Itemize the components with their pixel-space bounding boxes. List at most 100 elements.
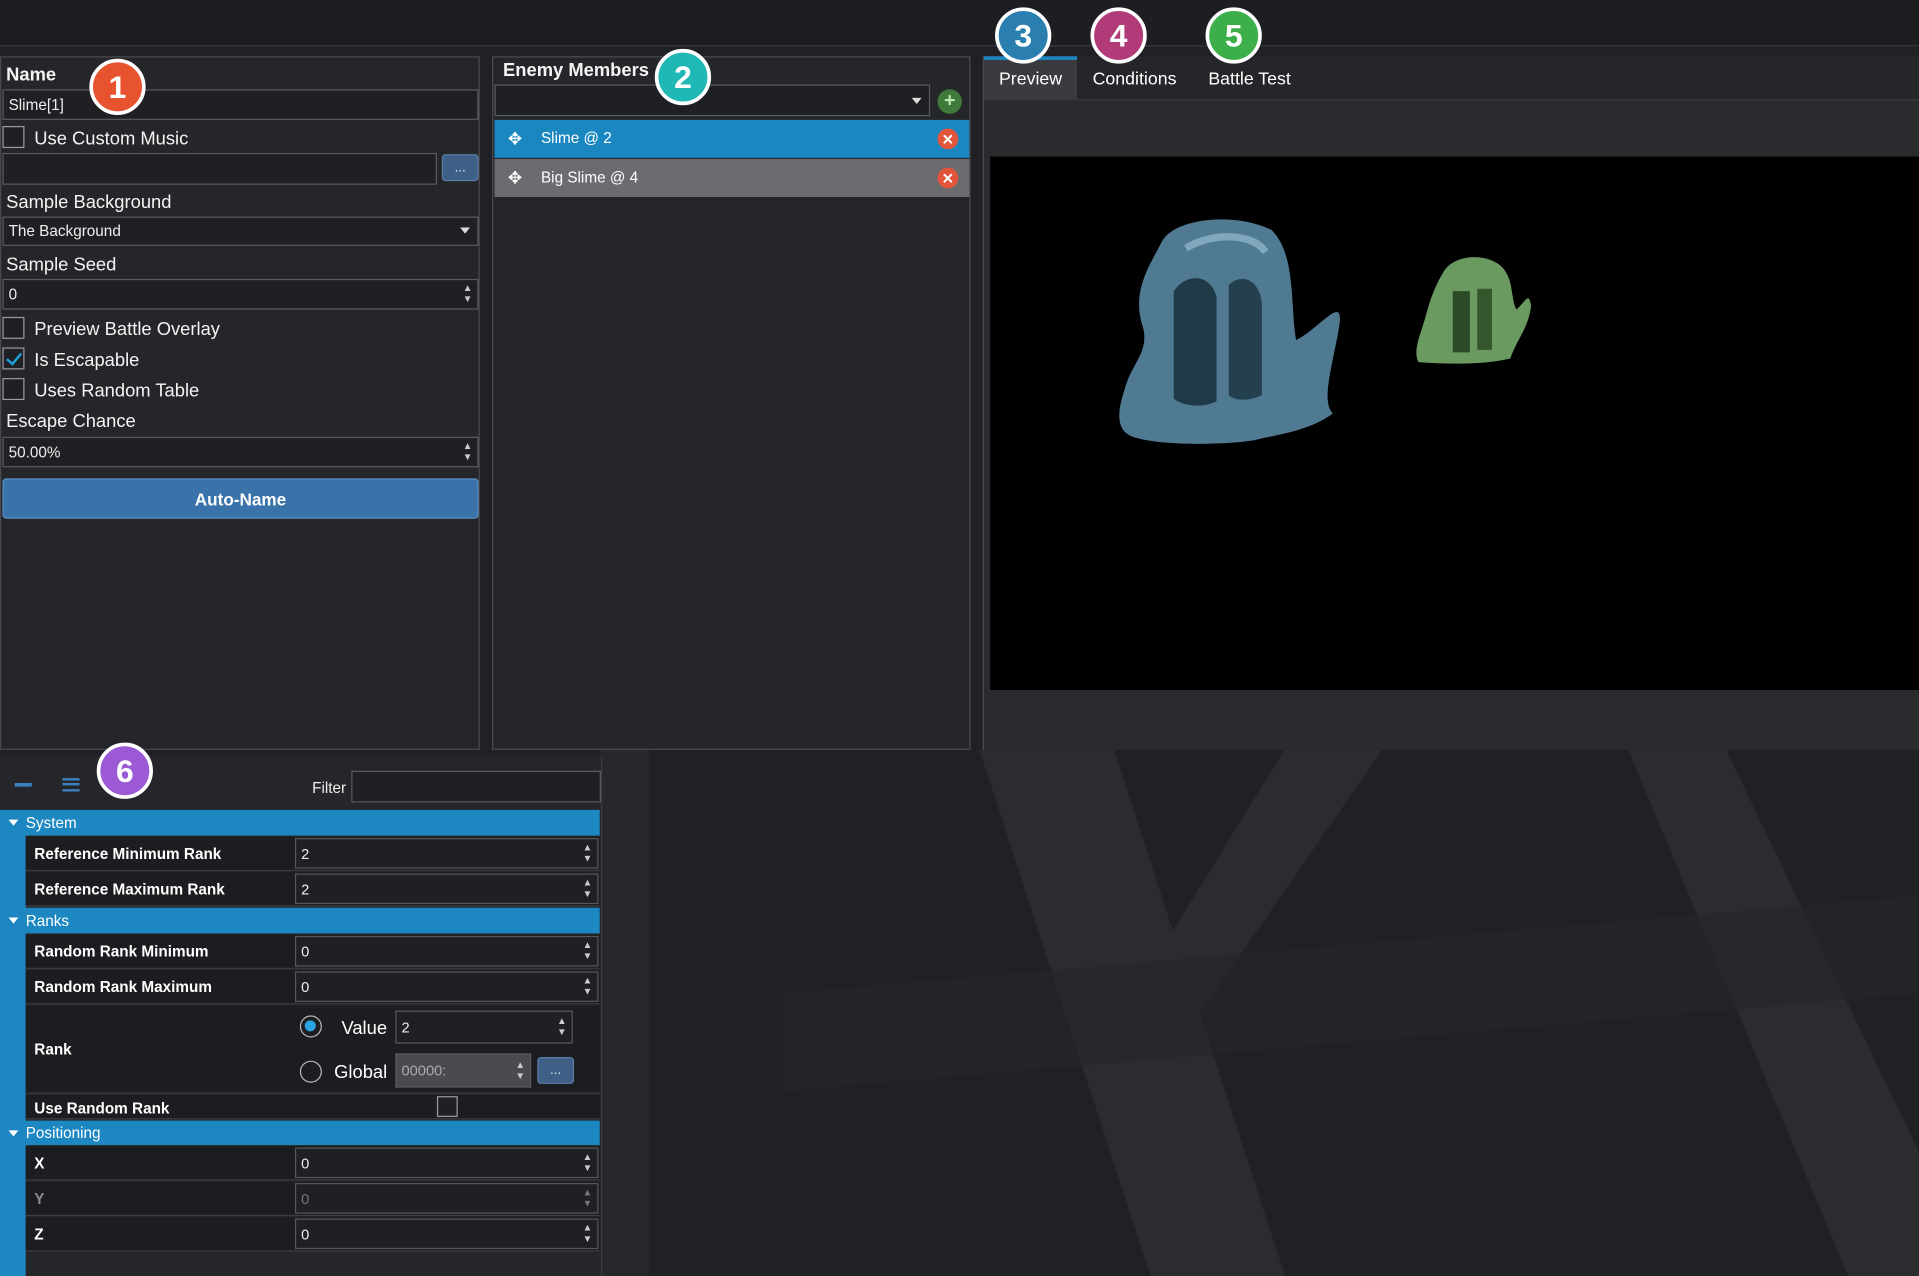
- left-gutter: [0, 835, 26, 1276]
- small-slime-sprite: [1416, 257, 1532, 364]
- position-x-input[interactable]: 0 ▲ ▼: [294, 1147, 599, 1179]
- property-value: 0: [301, 942, 310, 960]
- property-name: X: [34, 1154, 45, 1173]
- rank-global-browse-button[interactable]: ...: [537, 1057, 575, 1084]
- property-row: Reference Maximum Rank 2 ▲ ▼: [25, 872, 600, 907]
- custom-music-field[interactable]: [2, 152, 437, 185]
- filter-input[interactable]: [351, 770, 601, 803]
- position-z-input[interactable]: 0 ▲ ▼: [294, 1218, 599, 1250]
- enemy-members-panel: Enemy Members + ✥ Slime @ 2 ✕ ✥ Big Slim…: [492, 56, 971, 750]
- random-rank-min-input[interactable]: 0 ▲ ▼: [294, 935, 599, 967]
- section-title: Positioning: [25, 1124, 101, 1142]
- top-bar: [0, 0, 1919, 47]
- section-title: Ranks: [25, 912, 70, 930]
- badge-number: 3: [1014, 16, 1033, 54]
- member-row-selected[interactable]: ✥ Slime @ 2 ✕: [494, 119, 970, 158]
- sample-seed-label: Sample Seed: [6, 254, 117, 276]
- rank-global-input[interactable]: 00000: ▲ ▼: [395, 1053, 532, 1088]
- background-pattern: [599, 748, 1919, 1276]
- preview-battle-overlay-checkbox[interactable]: [2, 316, 25, 339]
- property-row: Y 0 ▲ ▼: [25, 1181, 600, 1217]
- section-ranks[interactable]: Ranks: [0, 907, 600, 934]
- rank-global-option-label: Global: [334, 1061, 388, 1083]
- spinner-arrows-icon[interactable]: ▲ ▼: [515, 1059, 525, 1081]
- rank-global-radio[interactable]: [299, 1060, 322, 1083]
- add-member-button[interactable]: +: [937, 89, 962, 114]
- badge-number: 4: [1109, 16, 1128, 54]
- property-row: X 0 ▲ ▼: [25, 1146, 600, 1181]
- collapse-all-button[interactable]: [14, 782, 32, 787]
- big-slime-sprite: [1119, 219, 1340, 444]
- remove-member-icon[interactable]: ✕: [937, 128, 959, 150]
- property-grid-panel: Filter System Reference Minimum Rank 2 ▲…: [0, 756, 603, 1276]
- tab-battle-test[interactable]: Battle Test: [1195, 60, 1305, 99]
- spinner-arrows-icon[interactable]: ▲ ▼: [583, 1151, 593, 1173]
- ref-min-rank-input[interactable]: 2 ▲ ▼: [294, 838, 599, 869]
- rank-value-input[interactable]: 2 ▲ ▼: [395, 1010, 573, 1044]
- plus-icon: +: [944, 90, 956, 112]
- auto-name-button[interactable]: Auto-Name: [2, 478, 479, 519]
- enemy-select-dropdown[interactable]: [494, 84, 931, 117]
- ref-max-rank-input[interactable]: 2 ▲ ▼: [294, 873, 599, 905]
- position-y-input: 0 ▲ ▼: [294, 1183, 599, 1214]
- chevron-down-icon: [460, 227, 470, 234]
- rank-value-radio[interactable]: [299, 1015, 322, 1038]
- spinner-arrows-icon[interactable]: ▲ ▼: [583, 975, 593, 997]
- sample-background-select[interactable]: The Background: [2, 216, 479, 246]
- escape-chance-input[interactable]: 50.00% ▲ ▼: [2, 436, 479, 468]
- property-name: Reference Minimum Rank: [34, 845, 222, 863]
- use-custom-music-checkbox[interactable]: [2, 126, 25, 149]
- tab-conditions[interactable]: Conditions: [1079, 60, 1189, 99]
- badge-number: 2: [674, 58, 692, 95]
- chevron-down-icon: [8, 819, 19, 826]
- property-row: Reference Minimum Rank 2 ▲ ▼: [25, 836, 600, 872]
- spinner-arrows-icon: ▲ ▼: [582, 1186, 593, 1209]
- name-input[interactable]: Slime[1]: [2, 89, 479, 120]
- escape-chance-label: Escape Chance: [6, 411, 136, 432]
- tab-preview[interactable]: Preview: [984, 56, 1078, 100]
- badge-number: 6: [115, 751, 134, 789]
- sample-seed-input[interactable]: 0 ▲ ▼: [2, 278, 479, 310]
- section-positioning[interactable]: Positioning: [0, 1120, 600, 1146]
- move-icon[interactable]: ✥: [508, 168, 522, 189]
- callout-badge-2: 2: [654, 48, 712, 106]
- property-row-rank: Rank Value 2 ▲ ▼ Global 00000: ▲ ▼ ...: [25, 1005, 600, 1094]
- section-system[interactable]: System: [0, 809, 600, 836]
- spinner-arrows-icon[interactable]: ▲ ▼: [583, 1222, 593, 1244]
- property-value: 0: [301, 1225, 310, 1243]
- property-value: 0: [301, 1189, 310, 1207]
- slime-sprites: [1119, 219, 1532, 444]
- remove-member-icon[interactable]: ✕: [937, 167, 959, 189]
- name-label: Name: [6, 64, 57, 86]
- background-stripes: [599, 748, 1919, 1276]
- property-row: Random Rank Minimum 0 ▲ ▼: [25, 934, 600, 969]
- spinner-arrows-icon[interactable]: ▲ ▼: [583, 940, 593, 962]
- sample-seed-value: 0: [8, 285, 18, 303]
- callout-badge-3: 3: [995, 7, 1052, 64]
- spinner-arrows-icon[interactable]: ▲ ▼: [583, 877, 593, 899]
- property-row: Use Random Rank: [25, 1094, 600, 1120]
- battle-preview-canvas: [990, 156, 1919, 690]
- spinner-arrows-icon[interactable]: ▲ ▼: [463, 283, 473, 305]
- use-random-rank-checkbox[interactable]: [436, 1096, 458, 1117]
- spinner-arrows-icon[interactable]: ▲ ▼: [583, 842, 593, 864]
- random-rank-max-input[interactable]: 0 ▲ ▼: [294, 971, 599, 1002]
- uses-random-table-checkbox[interactable]: [2, 378, 25, 401]
- is-escapable-label: Is Escapable: [34, 349, 140, 371]
- list-icon[interactable]: [62, 778, 80, 792]
- member-row[interactable]: ✥ Big Slime @ 4 ✕: [494, 159, 970, 197]
- is-escapable-checkbox[interactable]: [2, 347, 25, 370]
- music-browse-button[interactable]: ...: [441, 154, 479, 182]
- spinner-arrows-icon[interactable]: ▲ ▼: [557, 1015, 567, 1037]
- move-icon[interactable]: ✥: [508, 128, 522, 149]
- chevron-down-icon: [911, 97, 922, 104]
- callout-badge-1: 1: [89, 58, 146, 115]
- tab-label: Conditions: [1092, 69, 1177, 90]
- spinner-arrows-icon[interactable]: ▲ ▼: [463, 440, 473, 462]
- encounter-properties-panel: Name Slime[1] Use Custom Music ... Sampl…: [0, 56, 480, 750]
- callout-badge-6: 6: [96, 742, 153, 799]
- property-row: Z 0 ▲ ▼: [25, 1217, 600, 1252]
- preview-battle-overlay-label: Preview Battle Overlay: [34, 319, 220, 341]
- uses-random-table-label: Uses Random Table: [34, 380, 200, 402]
- use-custom-music-label: Use Custom Music: [34, 128, 189, 150]
